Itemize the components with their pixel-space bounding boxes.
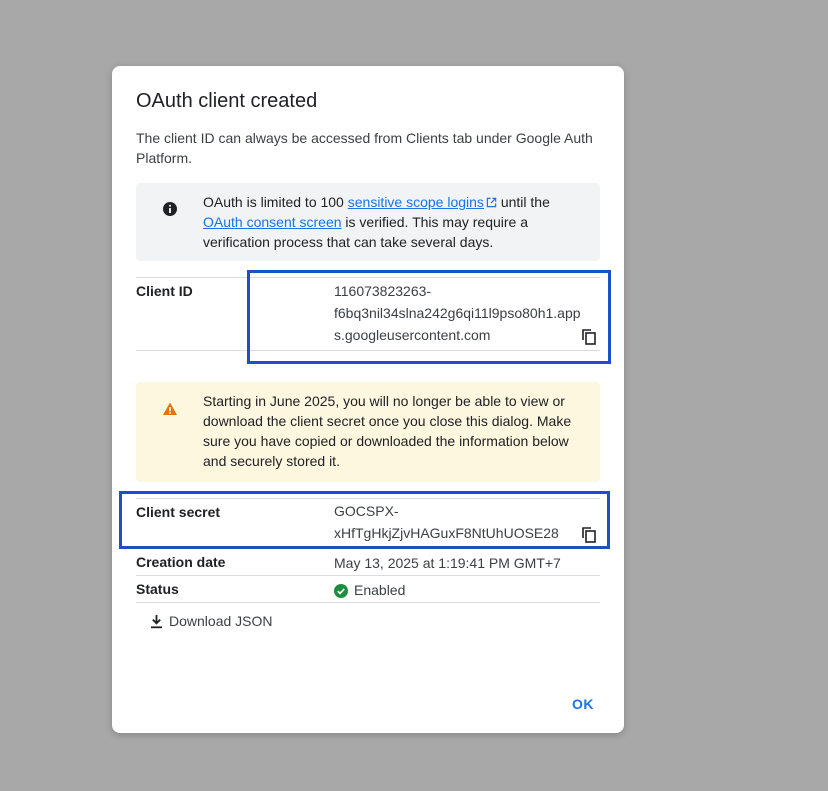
external-link-icon <box>486 197 497 208</box>
warning-icon <box>163 402 177 415</box>
dialog-intro: The client ID can always be accessed fro… <box>136 130 593 166</box>
download-json-button[interactable]: Download JSON <box>150 612 273 630</box>
info-icon <box>163 202 177 216</box>
check-circle-icon <box>334 584 348 598</box>
dialog-title: OAuth client created <box>136 90 318 112</box>
divider <box>136 277 600 278</box>
download-icon <box>151 614 162 628</box>
client-id-label: Client ID <box>136 283 193 299</box>
info-text-before: OAuth is limited to 100 <box>203 194 348 210</box>
client-id-row: Client ID 116073823263- f6bq3nil34slna24… <box>136 282 600 350</box>
client-secret-label: Client secret <box>136 504 221 520</box>
info-notice: OAuth is limited to 100 sensitive scope … <box>136 183 600 261</box>
creation-date-row: Creation date May 13, 2025 at 1:19:41 PM… <box>136 554 600 574</box>
client-secret-line-1: GOCSPX- <box>334 503 399 519</box>
status-text: Enabled <box>354 582 406 598</box>
warning-notice: Starting in June 2025, you will no longe… <box>136 382 600 482</box>
status-row: Status Enabled <box>136 581 600 601</box>
divider <box>136 602 600 603</box>
client-id-line-2: f6bq3nil34slna242g6qi11l9pso80h1.app <box>334 305 581 321</box>
creation-date-label: Creation date <box>136 554 226 570</box>
ok-button[interactable]: OK <box>572 696 594 712</box>
client-id-line-3: s.googleusercontent.com <box>334 327 491 343</box>
info-notice-text: OAuth is limited to 100 sensitive scope … <box>203 192 587 252</box>
divider <box>136 498 600 499</box>
client-id-value[interactable]: 116073823263- f6bq3nil34slna242g6qi11l9p… <box>334 280 581 346</box>
client-secret-row: Client secret GOCSPX- xHfTgHkjZjvHAGuxF8… <box>136 502 600 546</box>
divider <box>136 350 600 351</box>
info-text-mid: until the <box>496 194 550 210</box>
divider <box>136 575 600 576</box>
oauth-client-created-dialog: OAuth client created The client ID can a… <box>112 66 624 733</box>
warning-notice-text: Starting in June 2025, you will no longe… <box>203 393 572 469</box>
status-label: Status <box>136 581 179 597</box>
creation-date-value: May 13, 2025 at 1:19:41 PM GMT+7 <box>334 555 561 571</box>
client-id-line-1: 116073823263- <box>334 283 432 299</box>
client-secret-line-2: xHfTgHkjZjvHAGuxF8NtUhUOSE28 <box>334 525 559 541</box>
status-value: Enabled <box>334 579 405 601</box>
sensitive-scope-logins-link[interactable]: sensitive scope logins <box>348 194 484 210</box>
copy-client-secret-icon[interactable] <box>582 527 596 543</box>
copy-client-id-icon[interactable] <box>582 329 596 345</box>
download-json-label: Download JSON <box>169 613 273 629</box>
oauth-consent-screen-link[interactable]: OAuth consent screen <box>203 214 342 230</box>
client-secret-value[interactable]: GOCSPX- xHfTgHkjZjvHAGuxF8NtUhUOSE28 <box>334 500 559 544</box>
